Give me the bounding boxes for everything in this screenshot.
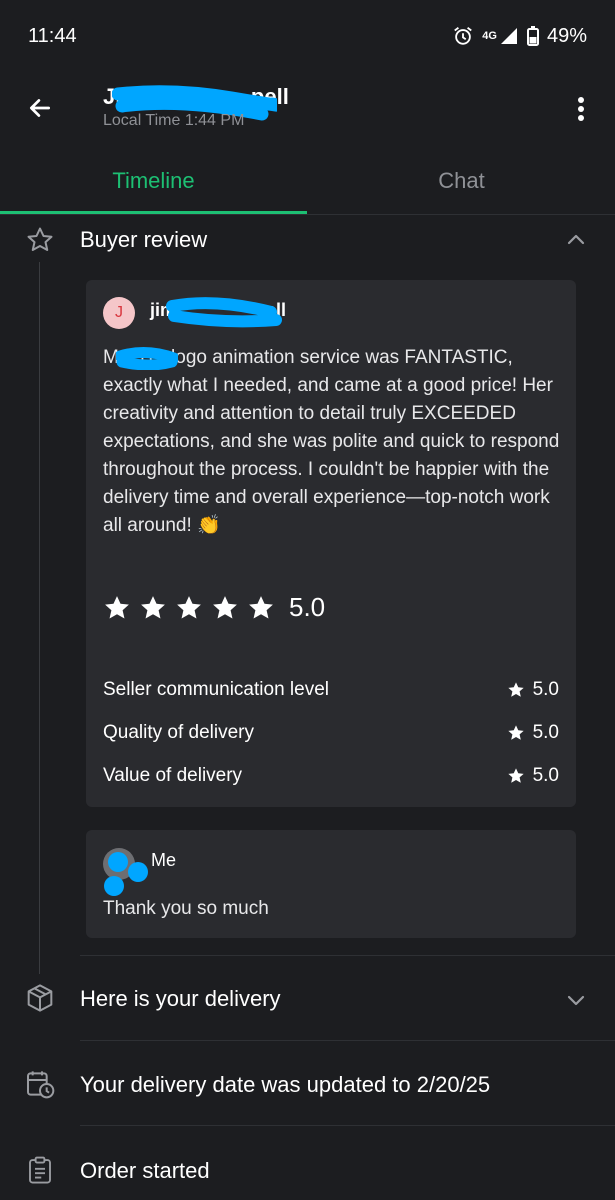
star-filled-icon: [141, 595, 165, 618]
tab-chat[interactable]: Chat: [308, 147, 615, 215]
star-filled-icon: [177, 595, 201, 618]
divider: [80, 955, 615, 956]
timeline-item-delivery[interactable]: Here is your delivery: [0, 980, 615, 1020]
star-outline-icon: [24, 224, 56, 256]
divider: [80, 1125, 615, 1126]
reply-text: Thank you so much: [103, 898, 269, 919]
calendar-clock-icon: [24, 1068, 56, 1100]
battery-level: 49%: [546, 24, 587, 47]
status-time: 11:44: [28, 24, 77, 47]
review-text: M a B's logo animation service was FANTA…: [103, 347, 560, 536]
redaction-scribble: [166, 297, 282, 328]
status-bar: 11:44 4G 49%: [0, 0, 615, 72]
metric-row: Value of delivery 5.0: [103, 761, 559, 791]
chevron-up-icon[interactable]: [562, 226, 590, 254]
network-type: 4G: [482, 30, 497, 42]
arrow-left-icon: [29, 99, 51, 117]
local-time: Local Time 1:44 PM: [103, 112, 245, 129]
timeline-item-order-started: Order started: [0, 1152, 615, 1192]
app-bar: Jim pell Local Time 1:44 PM: [0, 72, 615, 147]
metric-label: Quality of delivery: [103, 722, 255, 743]
reply-author: Me: [151, 850, 177, 870]
metric-score: 5.0: [507, 679, 559, 701]
star-filled-icon: [213, 595, 237, 618]
reply-card: Me Thank you so much: [86, 830, 576, 938]
star-filled-icon: [507, 725, 524, 740]
more-vertical-icon: [578, 97, 584, 121]
divider: [80, 1040, 615, 1041]
star-filled-icon: [507, 682, 524, 697]
alarm-icon: [452, 25, 474, 47]
overall-rating-stars: 5.0: [103, 592, 325, 623]
overall-rating-value: 5.0: [289, 592, 326, 622]
metric-score: 5.0: [507, 722, 559, 744]
metric-label: Seller communication level: [103, 679, 329, 700]
metric-score: 5.0: [507, 765, 559, 787]
buyer-review-header[interactable]: Buyer review: [0, 222, 615, 258]
package-icon: [24, 982, 56, 1014]
chevron-down-icon[interactable]: [562, 986, 590, 1014]
timeline-item-title: Order started: [80, 1158, 210, 1183]
metric-label: Value of delivery: [103, 765, 243, 786]
reviewer-avatar: J: [103, 297, 135, 329]
timeline-item-title: Your delivery date was updated to 2/20/2…: [80, 1072, 491, 1097]
star-filled-icon: [105, 595, 129, 618]
clipboard-icon: [24, 1154, 56, 1186]
metric-row: Seller communication level 5.0: [103, 675, 559, 705]
buyer-review-title: Buyer review: [80, 227, 208, 252]
status-icons: 4G 49%: [452, 25, 587, 48]
redaction-scribble: [116, 347, 178, 370]
signal-icon: [499, 26, 519, 46]
timeline-connector: [39, 262, 40, 974]
review-card: J jim ell M a B's logo animation service …: [86, 280, 576, 807]
star-filled-icon: [507, 768, 524, 783]
battery-icon: [526, 26, 539, 46]
redaction-scribble: [104, 852, 148, 896]
star-filled-icon: [249, 595, 273, 618]
tab-bar: Timeline Chat: [0, 147, 615, 215]
timeline-item-title: Here is your delivery: [80, 986, 281, 1011]
more-options-button[interactable]: [566, 92, 596, 126]
back-button[interactable]: [22, 90, 58, 126]
active-tab-indicator: [0, 211, 307, 214]
metric-row: Quality of delivery 5.0: [103, 718, 559, 748]
timeline-item-date-update: Your delivery date was updated to 2/20/2…: [0, 1066, 615, 1106]
tab-timeline[interactable]: Timeline: [0, 147, 307, 215]
